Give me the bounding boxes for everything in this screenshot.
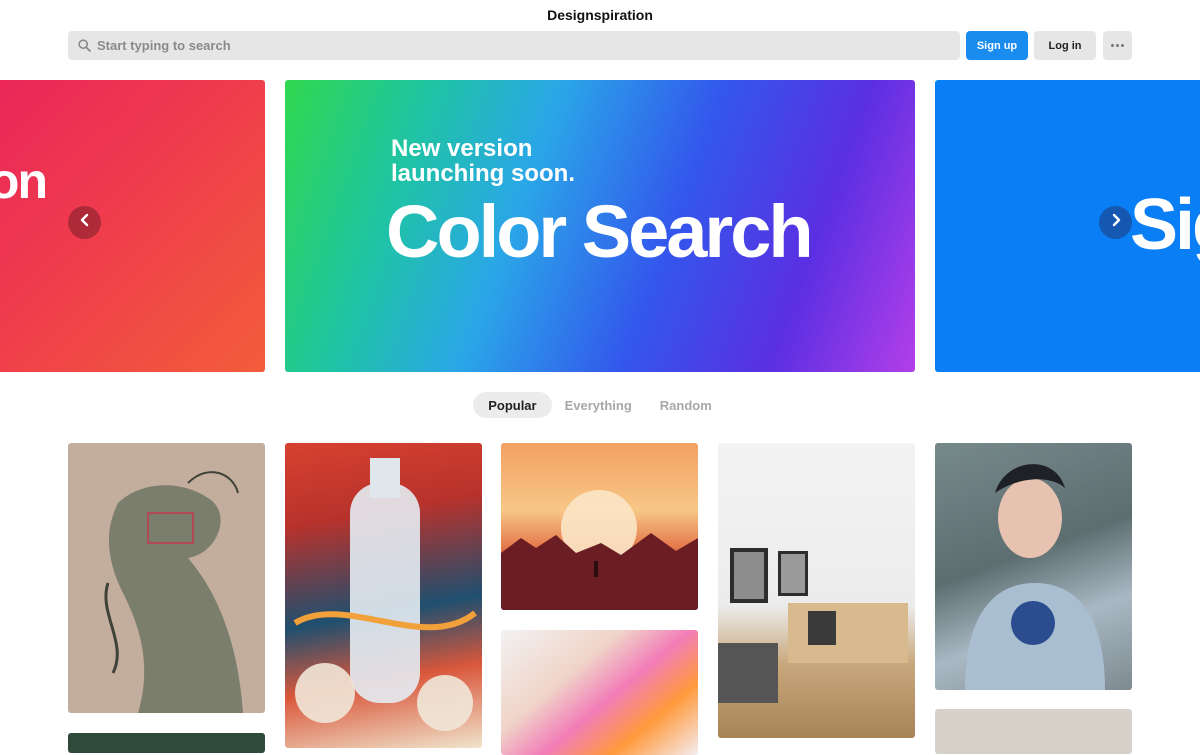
- feed-image-card[interactable]: [501, 443, 698, 610]
- site-title[interactable]: Designspiration: [0, 7, 1200, 23]
- feed-tabs: Popular Everything Random: [0, 392, 1200, 418]
- slide-subtitle: New version launching soon.: [391, 136, 575, 186]
- slide-subtitle-line: New version: [391, 135, 533, 162]
- slide-subtitle-line: launching soon.: [391, 160, 575, 187]
- carousel: on New version launching soon. Color Sea…: [0, 80, 1200, 372]
- more-button[interactable]: [1103, 31, 1132, 60]
- landscape-image: [501, 490, 698, 610]
- portrait-image: [965, 464, 1105, 690]
- interior-image: [718, 548, 908, 703]
- feed-image-card[interactable]: [935, 709, 1132, 754]
- feed-image-card[interactable]: [718, 443, 915, 738]
- carousel-next-button[interactable]: [1099, 206, 1132, 239]
- poster-image: [293, 458, 477, 731]
- feed-image-card[interactable]: [68, 443, 265, 713]
- chevron-left-icon: [79, 213, 91, 232]
- carousel-prev-button[interactable]: [68, 206, 101, 239]
- search-input[interactable]: [97, 33, 917, 58]
- log-in-button[interactable]: Log in: [1034, 31, 1096, 60]
- feed-image-card[interactable]: [285, 443, 482, 748]
- chevron-right-icon: [1110, 213, 1122, 232]
- search-icon: [78, 39, 91, 52]
- sign-up-button[interactable]: Sign up: [966, 31, 1028, 60]
- tab-everything[interactable]: Everything: [550, 392, 647, 418]
- tab-random[interactable]: Random: [645, 392, 727, 418]
- feed-image-card[interactable]: [935, 443, 1132, 690]
- search-bar[interactable]: [68, 31, 960, 60]
- tab-popular[interactable]: Popular: [473, 392, 552, 418]
- slide-title: Color Search: [386, 190, 814, 273]
- more-dots-icon: [1111, 44, 1124, 47]
- feed-image-card[interactable]: [68, 733, 265, 753]
- slide-text: Sig: [1130, 185, 1200, 265]
- slide-text: on: [0, 153, 46, 209]
- carousel-slide-next[interactable]: Sig: [935, 80, 1200, 372]
- carousel-slide-current[interactable]: New version launching soon. Color Search: [285, 80, 915, 372]
- carousel-slide-previous[interactable]: on: [0, 80, 265, 372]
- illustration-image: [104, 471, 243, 713]
- feed-image-card[interactable]: [501, 630, 698, 755]
